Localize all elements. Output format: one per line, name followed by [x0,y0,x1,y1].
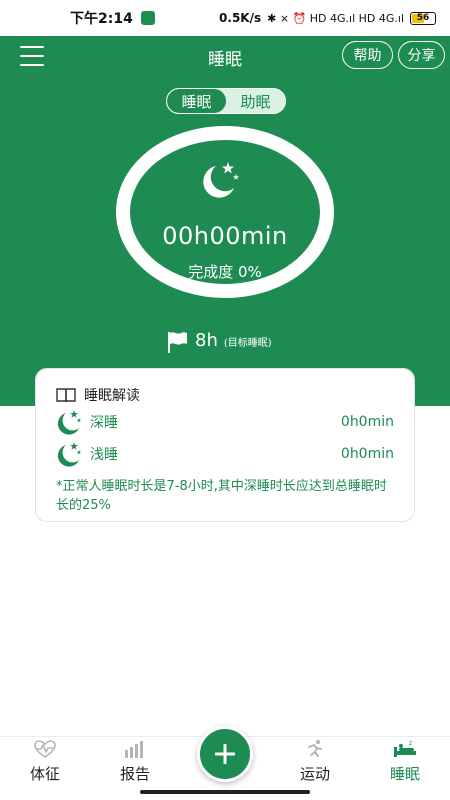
nav-item-vitals[interactable]: 体征 [10,739,80,789]
nav-label-report: 报告 [119,765,150,783]
top-nav: 睡眠 帮助 分享 [0,36,450,76]
goal-label: (目标睡眠) [223,338,272,349]
deep-sleep-row: 深睡 0h0min [54,409,394,435]
runner-icon [308,739,322,757]
home-indicator [140,790,310,794]
help-button[interactable]: 帮助 [342,41,393,69]
nav-label-vitals: 体征 [29,765,60,783]
moon-stars-icon [203,162,239,198]
tab-sleep-aid[interactable]: 助眠 [226,89,285,113]
app-notification-icon [140,11,155,25]
heartbeat-icon [34,740,56,758]
nav-label-sport: 运动 [299,765,330,783]
mode-toggle: 睡眠 助眠 [166,88,286,114]
nav-item-sleep[interactable]: z 睡眠 [370,739,440,789]
completion-rate: 完成度 0% [188,263,262,281]
status-bar: 下午2:14 0.5K/s ✱ ⨯ ⏰ HD 4G.ıl HD 4G.ıl 56 [0,0,450,36]
status-time: 下午2:14 [70,11,133,27]
sleep-interpretation-card: 睡眠解读 深睡 0h0min 浅睡 0h0min *正常人睡眠时长是7-8小时,… [35,368,415,522]
network-speed: 0.5K/s [219,11,262,25]
sleep-guideline-note: *正常人睡眠时长是7-8小时,其中深睡时长应达到总睡眠时长的25% [56,479,387,513]
nav-item-sport[interactable]: 运动 [280,739,350,789]
moon-stars-icon [57,442,82,467]
signal-icons: ✱ ⨯ ⏰ HD 4G.ıl HD 4G.ıl [267,11,404,25]
light-sleep-value: 0h0min [340,446,394,462]
bar-chart-icon [125,741,143,758]
flag-icon [168,332,187,353]
status-indicators: 0.5K/s ✱ ⨯ ⏰ HD 4G.ıl HD 4G.ıl 56 [219,11,436,25]
light-sleep-row: 浅睡 0h0min [54,441,394,467]
bed-icon: z [394,740,416,757]
add-button[interactable] [197,726,253,782]
sleep-goal[interactable]: 8h (目标睡眠) [165,330,272,354]
card-header: 睡眠解读 [56,385,140,405]
book-icon [56,388,76,403]
light-sleep-label: 浅睡 [90,447,118,463]
battery-icon: 56 [410,11,436,25]
moon-stars-icon [57,410,82,435]
battery-level: 56 [416,13,430,23]
tab-sleep[interactable]: 睡眠 [167,89,226,113]
sleep-duration: 00h00min [162,222,288,250]
nav-item-report[interactable]: 报告 [100,739,170,789]
share-button[interactable]: 分享 [398,41,445,69]
nav-label-sleep: 睡眠 [389,765,420,783]
deep-sleep-label: 深睡 [90,415,118,431]
svg-text:z: z [409,740,412,747]
card-title: 睡眠解读 [84,388,140,404]
goal-value: 8h [195,330,218,351]
deep-sleep-value: 0h0min [340,414,394,430]
plus-icon [215,744,235,764]
